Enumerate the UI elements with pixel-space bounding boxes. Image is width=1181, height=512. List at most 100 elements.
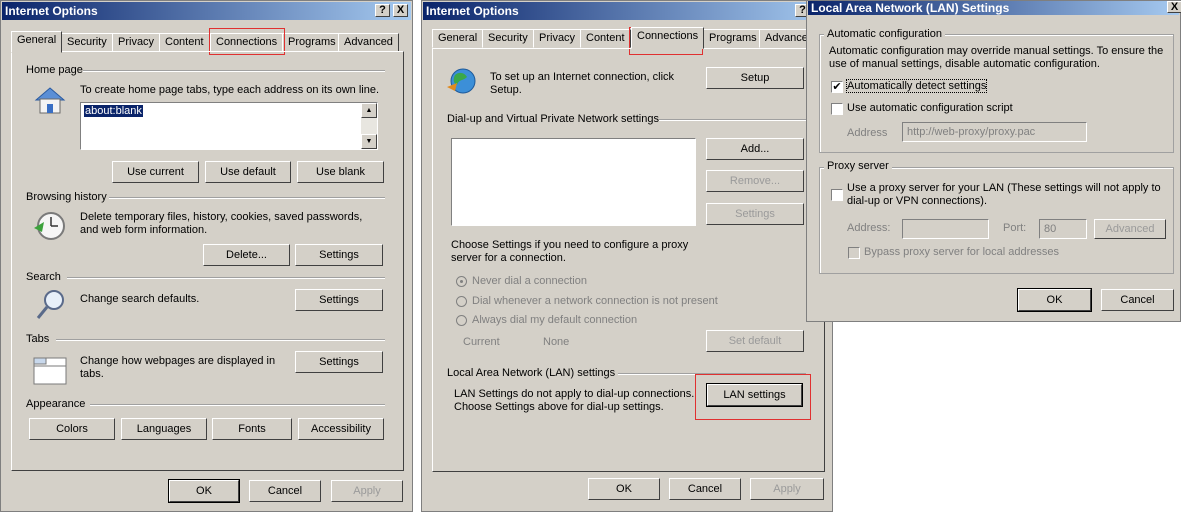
- ok-button[interactable]: OK: [588, 478, 660, 500]
- remove-button[interactable]: Remove...: [706, 170, 804, 192]
- use-current-button[interactable]: Use current: [112, 161, 199, 183]
- home-icon: [34, 87, 66, 114]
- scroll-down-arrow-icon[interactable]: ▼: [361, 134, 377, 149]
- set-default-button[interactable]: Set default: [706, 330, 804, 352]
- tabs-heading: Tabs: [26, 333, 50, 345]
- title-bar[interactable]: Internet Options ?: [423, 2, 831, 20]
- proxy-description-1: Choose Settings if you need to configure…: [451, 239, 689, 251]
- always-dial-label[interactable]: Always dial my default connection: [472, 314, 637, 326]
- proxy-address-field[interactable]: [902, 219, 989, 239]
- delete-history-button[interactable]: Delete...: [203, 244, 290, 266]
- search-heading: Search: [26, 271, 61, 283]
- tabs-settings-button[interactable]: Settings: [295, 351, 383, 373]
- current-label: Current: [463, 336, 500, 348]
- tab-privacy[interactable]: Privacy: [533, 29, 582, 48]
- never-dial-label[interactable]: Never dial a connection: [472, 275, 587, 287]
- setup-button[interactable]: Setup: [706, 67, 804, 89]
- apply-button[interactable]: Apply: [750, 478, 824, 500]
- advanced-button[interactable]: Advanced: [1094, 219, 1166, 239]
- tab-advanced[interactable]: Advanced: [338, 33, 399, 52]
- internet-globe-icon: [447, 68, 476, 94]
- port-value: 80: [1044, 223, 1057, 235]
- add-button[interactable]: Add...: [706, 138, 804, 160]
- tab-general[interactable]: General: [432, 29, 484, 48]
- tab-content[interactable]: Content: [159, 33, 210, 52]
- use-default-button[interactable]: Use default: [205, 161, 291, 183]
- cancel-button[interactable]: Cancel: [1101, 289, 1174, 311]
- dial-whenever-radio[interactable]: [456, 296, 467, 307]
- languages-button[interactable]: Languages: [121, 418, 207, 440]
- title-bar[interactable]: Internet Options ? X: [2, 2, 411, 20]
- tab-security[interactable]: Security: [482, 29, 534, 48]
- help-button[interactable]: ?: [375, 4, 390, 17]
- search-magnifier-icon: [36, 290, 64, 319]
- tabs-description-2: tabs.: [80, 368, 104, 380]
- history-clock-icon: [34, 212, 65, 240]
- lan-description-1: LAN Settings do not apply to dial-up con…: [454, 388, 695, 400]
- title-bar[interactable]: Local Area Network (LAN) Settings X: [808, 1, 1181, 15]
- address-label: Address: [847, 127, 888, 139]
- auto-script-label[interactable]: Use automatic configuration script: [847, 102, 1013, 114]
- tabs-window-icon: [33, 357, 67, 385]
- fonts-button[interactable]: Fonts: [212, 418, 292, 440]
- search-description: Change search defaults.: [80, 293, 200, 305]
- script-address-value: http://web-proxy/proxy.pac: [907, 126, 1036, 138]
- port-field[interactable]: 80: [1039, 219, 1087, 239]
- lan-settings-dialog: Local Area Network (LAN) Settings X Auto…: [806, 0, 1181, 322]
- never-dial-radio[interactable]: [456, 276, 467, 287]
- window-title: Internet Options: [5, 4, 98, 18]
- internet-options-general-window: Internet Options ? X General Security Pr…: [0, 0, 413, 512]
- close-button[interactable]: X: [393, 4, 408, 17]
- scroll-up-arrow-icon[interactable]: ▲: [361, 103, 377, 118]
- always-dial-radio[interactable]: [456, 315, 467, 326]
- browsing-history-heading: Browsing history: [26, 191, 107, 203]
- use-proxy-checkbox[interactable]: [831, 189, 843, 201]
- auto-detect-checkbox[interactable]: ✔: [831, 81, 843, 93]
- ok-button[interactable]: OK: [168, 479, 240, 503]
- current-value: None: [543, 336, 570, 348]
- ok-button[interactable]: OK: [1017, 288, 1092, 312]
- colors-button[interactable]: Colors: [29, 418, 115, 440]
- lan-settings-heading: Local Area Network (LAN) settings: [447, 367, 616, 379]
- window-title: Internet Options: [426, 4, 519, 18]
- setup-description-2: Setup.: [490, 84, 522, 96]
- use-proxy-label-2[interactable]: dial-up or VPN connections).: [847, 195, 987, 207]
- dialup-vpn-heading: Dial-up and Virtual Private Network sett…: [447, 113, 659, 125]
- history-settings-button[interactable]: Settings: [295, 244, 383, 266]
- internet-options-connections-window: Internet Options ? General Security Priv…: [421, 0, 833, 512]
- close-button[interactable]: X: [1167, 1, 1181, 13]
- tab-connections[interactable]: Connections: [631, 27, 705, 49]
- tab-content[interactable]: Content: [580, 29, 631, 48]
- browsing-history-description-1: Delete temporary files, history, cookies…: [80, 211, 363, 223]
- connections-list[interactable]: [451, 138, 696, 226]
- lan-description-2: Choose Settings above for dial-up settin…: [454, 401, 664, 413]
- tab-privacy[interactable]: Privacy: [112, 33, 161, 52]
- apply-button[interactable]: Apply: [331, 480, 403, 502]
- use-proxy-label-1[interactable]: Use a proxy server for your LAN (These s…: [847, 182, 1161, 194]
- automatic-configuration-heading: Automatic configuration: [824, 28, 945, 40]
- auto-script-checkbox[interactable]: [831, 103, 843, 115]
- home-page-description: To create home page tabs, type each addr…: [80, 84, 380, 96]
- proxy-server-heading: Proxy server: [824, 160, 892, 172]
- settings-button[interactable]: Settings: [706, 203, 804, 225]
- auto-detect-label[interactable]: Automatically detect settings: [845, 79, 988, 93]
- tab-security[interactable]: Security: [61, 33, 113, 52]
- home-page-textarea[interactable]: about:blank ▲ ▼: [80, 102, 378, 150]
- bypass-local-label[interactable]: Bypass proxy server for local addresses: [864, 246, 1059, 258]
- home-page-scrollbar[interactable]: ▲ ▼: [361, 103, 377, 149]
- auto-config-description-1: Automatic configuration may override man…: [829, 45, 1164, 57]
- use-blank-button[interactable]: Use blank: [297, 161, 384, 183]
- cancel-button[interactable]: Cancel: [669, 478, 741, 500]
- tab-programs[interactable]: Programs: [703, 29, 763, 48]
- cancel-button[interactable]: Cancel: [249, 480, 321, 502]
- script-address-field[interactable]: http://web-proxy/proxy.pac: [902, 122, 1087, 142]
- auto-config-description-2: use of manual settings, disable automati…: [829, 58, 1100, 70]
- tab-general[interactable]: General: [11, 31, 63, 53]
- tab-programs[interactable]: Programs: [282, 33, 342, 52]
- search-settings-button[interactable]: Settings: [295, 289, 383, 311]
- appearance-heading: Appearance: [26, 398, 86, 410]
- bypass-local-checkbox[interactable]: [848, 247, 860, 259]
- dial-whenever-label[interactable]: Dial whenever a network connection is no…: [472, 295, 718, 307]
- proxy-description-2: server for a connection.: [451, 252, 566, 264]
- accessibility-button[interactable]: Accessibility: [298, 418, 384, 440]
